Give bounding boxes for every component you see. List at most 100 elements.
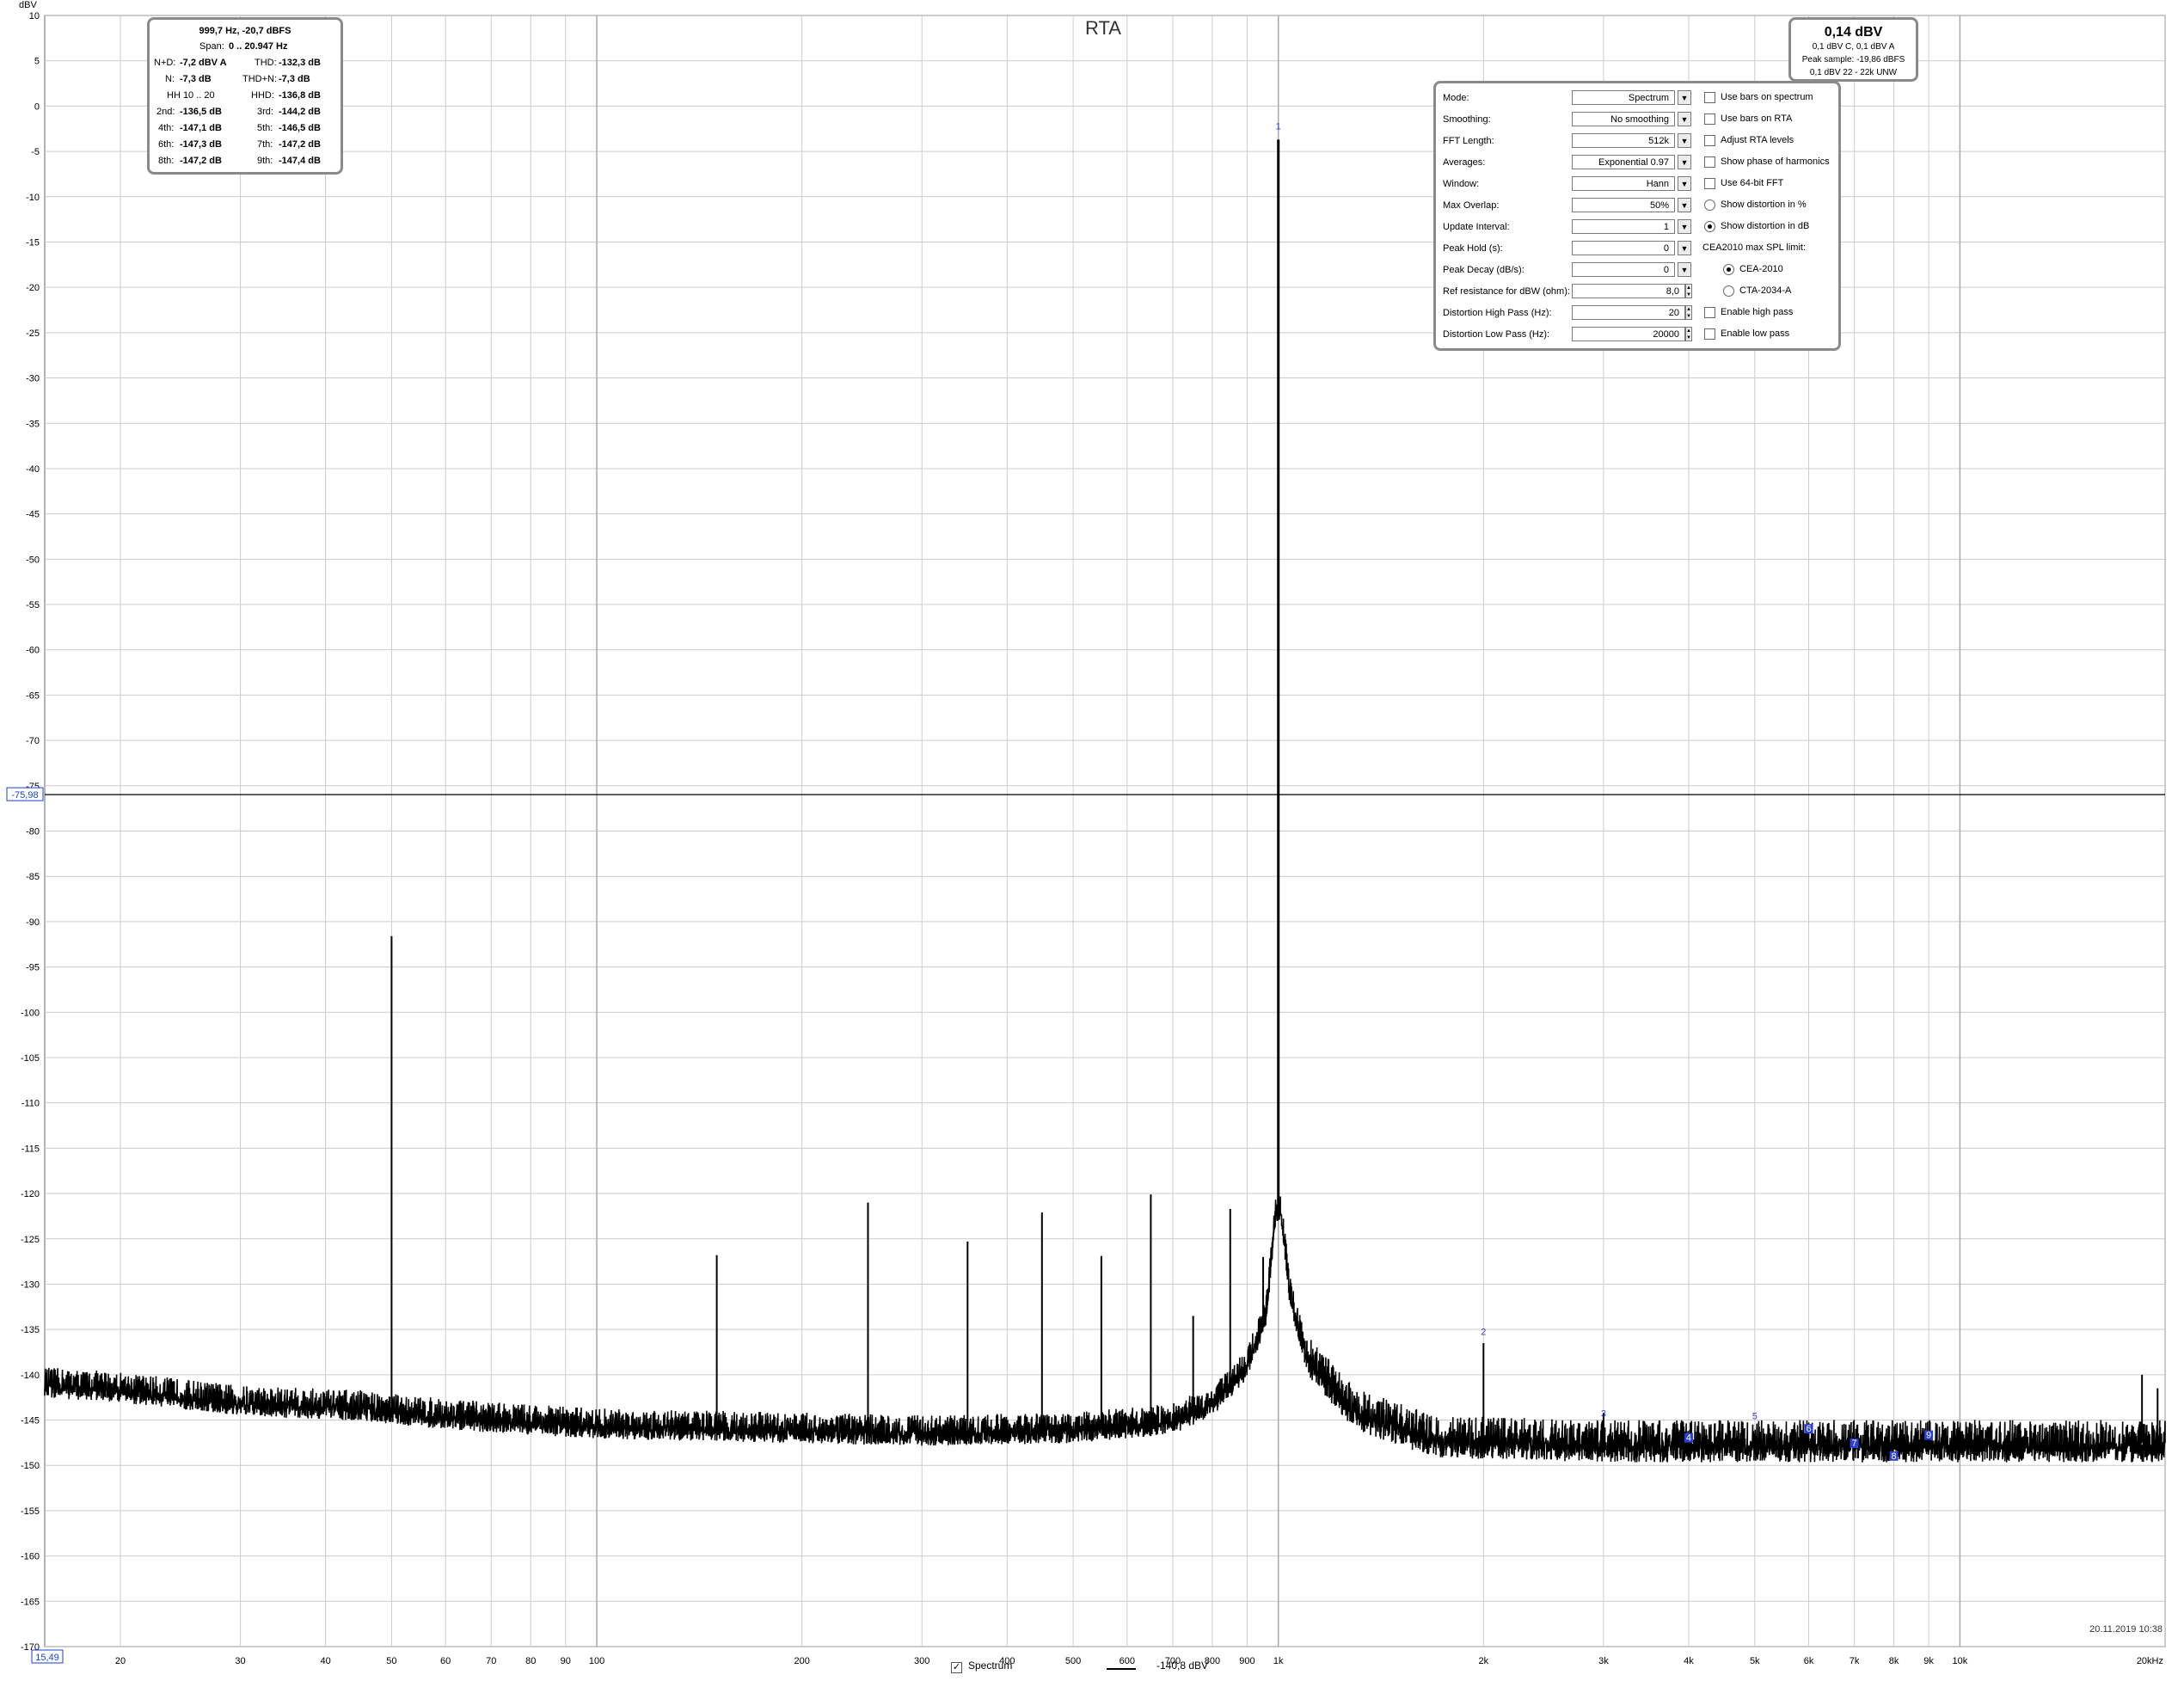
use-bars-rta-checkbox[interactable] (1704, 113, 1715, 125)
window-label: Window: (1443, 179, 1480, 189)
x-tick-label: 40 (320, 1656, 330, 1666)
fft-length-select[interactable]: 512k (1572, 133, 1675, 148)
update-interval-select[interactable]: 1 (1572, 219, 1675, 234)
ref-resistance-label: Ref resistance for dBW (ohm): (1443, 286, 1570, 297)
spinner-icon[interactable]: ▲ ▼ (1685, 305, 1692, 320)
distortion-high-pass-input[interactable]: 20 (1572, 305, 1685, 320)
y-tick-label: -95 (26, 963, 40, 973)
use-bars-spectrum-checkbox[interactable] (1704, 92, 1715, 103)
cea-2010-radio[interactable] (1723, 264, 1734, 275)
info-frequency: 999,7 Hz, -20,7 dBFS (199, 26, 291, 36)
y-tick-label: -125 (21, 1235, 40, 1245)
info-h2-value: -136,5 dB (180, 107, 222, 117)
timestamp: 20.11.2019 10:38 (2089, 1624, 2163, 1635)
chevron-down-icon[interactable]: ▼ (1678, 241, 1691, 255)
y-tick-label: -115 (21, 1144, 40, 1154)
y-tick-label: 0 (34, 101, 40, 112)
level-weighted: 0,1 dBV C, 0,1 dBV A (1812, 42, 1895, 52)
chevron-down-icon[interactable]: ▼ (1678, 262, 1691, 277)
adjust-rta-levels-checkbox[interactable] (1704, 135, 1715, 146)
x-tick-label: 3k (1598, 1656, 1609, 1666)
max-overlap-label: Max Overlap: (1443, 200, 1500, 211)
smoothing-select[interactable]: No smoothing (1572, 112, 1675, 126)
show-phase-harmonics-checkbox[interactable] (1704, 156, 1715, 168)
x-tick-label: 20kHz (2137, 1656, 2163, 1666)
distortion-percent-label: Show distortion in % (1721, 199, 1807, 210)
distortion-db-radio[interactable] (1704, 221, 1715, 232)
mode-label: Mode: (1443, 93, 1469, 103)
peak-hold-select[interactable]: 0 (1572, 241, 1675, 255)
peak-decay-select[interactable]: 0 (1572, 262, 1675, 277)
x-tick-label: 20 (115, 1656, 126, 1666)
harmonic-marker-label: 4 (1686, 1433, 1691, 1444)
averages-select[interactable]: Exponential 0.97 (1572, 155, 1675, 169)
cta-2034a-radio[interactable] (1723, 285, 1734, 297)
x-tick-label: 10k (1953, 1656, 1968, 1666)
distortion-high-pass-label: Distortion High Pass (Hz): (1443, 308, 1552, 318)
chevron-down-icon[interactable]: ▼ (1678, 155, 1691, 169)
x-tick-label: 600 (1120, 1656, 1135, 1666)
spectrum-visibility-checkbox[interactable]: ✓ (951, 1662, 962, 1673)
y-tick-label: -135 (21, 1325, 40, 1335)
y-tick-label: -25 (26, 328, 40, 339)
info-n-label: N: (165, 74, 175, 84)
mode-select[interactable]: Spectrum (1572, 90, 1675, 105)
y-tick-label: -150 (21, 1461, 40, 1471)
info-h4-label: 4th: (158, 123, 175, 133)
info-h5-label: 5th: (257, 123, 273, 133)
distortion-percent-radio[interactable] (1704, 199, 1715, 211)
use-bars-spectrum-label: Use bars on spectrum (1721, 92, 1813, 102)
enable-low-pass-checkbox[interactable] (1704, 328, 1715, 340)
rta-settings-panel: Mode: Smoothing: FFT Length: Averages: W… (1433, 81, 1841, 351)
chevron-down-icon[interactable]: ▼ (1678, 198, 1691, 212)
enable-high-pass-checkbox[interactable] (1704, 307, 1715, 318)
y-tick-label: -155 (21, 1506, 40, 1517)
x-tick-label: 500 (1065, 1656, 1081, 1666)
y-tick-label: -5 (31, 147, 40, 157)
legend-series-value: -140,8 dBV (1156, 1660, 1209, 1672)
y-tick-label: -60 (26, 646, 40, 656)
harmonic-marker-label: 1 (1276, 122, 1281, 132)
level-readout-box: 0,14 dBV 0,1 dBV C, 0,1 dBV A Peak sampl… (1788, 17, 1918, 82)
peak-hold-label: Peak Hold (s): (1443, 243, 1503, 254)
info-h3-label: 3rd: (257, 107, 273, 117)
harmonic-marker-label: 9 (1926, 1431, 1931, 1441)
spinner-icon[interactable]: ▲ ▼ (1685, 327, 1692, 341)
ref-resistance-input[interactable]: 8,0 (1572, 284, 1685, 298)
y-tick-label: -70 (26, 736, 40, 746)
y-tick-label: -105 (21, 1053, 40, 1064)
info-span-label: Span: (199, 41, 224, 52)
y-tick-label: -165 (21, 1597, 40, 1607)
cursor-y-label: -75,98 (11, 790, 38, 801)
spinner-icon[interactable]: ▲ ▼ (1685, 284, 1692, 298)
info-h9-value: -147,4 dB (279, 156, 321, 166)
chevron-down-icon[interactable]: ▼ (1678, 176, 1691, 191)
y-tick-label: 5 (34, 57, 40, 67)
info-span-value: 0 .. 20.947 Hz (229, 41, 288, 52)
distortion-db-label: Show distortion in dB (1721, 221, 1810, 231)
info-hh-label: HH 10 .. 20 (167, 90, 215, 101)
use-64bit-fft-checkbox[interactable] (1704, 178, 1715, 189)
chevron-down-icon[interactable]: ▼ (1678, 133, 1691, 148)
info-nd-label: N+D: (154, 58, 176, 68)
y-tick-label: -20 (26, 283, 40, 293)
info-h7-value: -147,2 dB (279, 139, 321, 150)
rta-chart[interactable]: 1050-5-10-15-20-25-30-35-40-45-50-55-60-… (0, 0, 2184, 1681)
y-tick-label: -120 (21, 1189, 40, 1199)
chevron-down-icon[interactable]: ▼ (1678, 90, 1691, 105)
legend-series-label: Spectrum (968, 1660, 1013, 1672)
info-thdn-value: -7,3 dB (279, 74, 310, 84)
y-tick-label: -140 (21, 1371, 40, 1381)
y-tick-label: -80 (26, 827, 40, 837)
chevron-down-icon[interactable]: ▼ (1678, 219, 1691, 234)
y-tick-label: -50 (26, 555, 40, 565)
y-tick-label: -145 (21, 1416, 40, 1426)
harmonic-marker-label: 5 (1752, 1411, 1758, 1421)
max-overlap-select[interactable]: 50% (1572, 198, 1675, 212)
x-tick-label: 50 (386, 1656, 396, 1666)
info-h9-label: 9th: (257, 156, 273, 166)
distortion-low-pass-input[interactable]: 20000 (1572, 327, 1685, 341)
legend-line-swatch (1107, 1668, 1136, 1670)
window-select[interactable]: Hann (1572, 176, 1675, 191)
chevron-down-icon[interactable]: ▼ (1678, 112, 1691, 126)
